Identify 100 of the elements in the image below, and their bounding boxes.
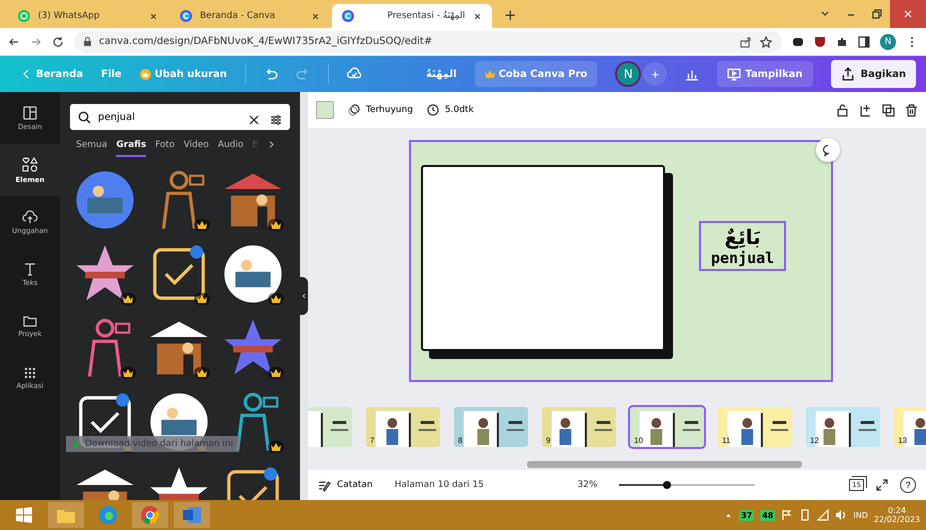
canva-logo-icon [342, 10, 354, 22]
battery-indicator[interactable]: 37 [739, 510, 754, 520]
crown-icon [197, 221, 207, 229]
present-button[interactable]: Tampilkan [717, 61, 813, 87]
resize-label: Ubah ukuran [154, 68, 227, 80]
page-indicator: Halaman 10 dari 15 [394, 480, 484, 490]
page-number: 10 [634, 436, 643, 445]
lock-icon[interactable] [836, 104, 849, 116]
close-icon[interactable] [149, 12, 158, 20]
trash-icon[interactable] [905, 104, 918, 116]
share-icon[interactable] [740, 36, 752, 48]
clock-icon[interactable] [426, 104, 439, 116]
layout-icon [23, 106, 37, 120]
address-bar[interactable]: canva.com/design/DAFbNUvoK_4/EwWI735rA2_iGIYfzDuSOQ/edit# [74, 30, 782, 52]
search-field[interactable]: penjual [70, 104, 290, 130]
clock[interactable]: 0:24 22/02/2023 [874, 506, 920, 524]
slider-thumb[interactable] [663, 481, 672, 489]
restore-icon[interactable] [871, 8, 883, 20]
add-page-icon[interactable] [859, 104, 872, 116]
new-tab-button[interactable]: + [494, 6, 527, 28]
animation-icon[interactable] [348, 104, 360, 116]
battery-icon[interactable] [799, 509, 812, 521]
notes-button[interactable]: Catatan [318, 478, 373, 492]
close-icon[interactable] [473, 12, 482, 20]
page-thumbnail[interactable]: 11 [716, 405, 794, 449]
chat-logo-icon [18, 10, 30, 22]
volume-icon[interactable] [835, 509, 848, 521]
reload-icon[interactable] [52, 36, 64, 48]
filter-icon[interactable] [270, 114, 282, 126]
forward-arrow-icon[interactable] [30, 36, 42, 48]
undo-icon[interactable] [264, 67, 278, 81]
battery-indicator[interactable]: 48 [760, 510, 776, 520]
page-thumbnail[interactable]: 9 [540, 405, 618, 449]
animation-button[interactable]: Terhuyung [348, 104, 413, 116]
user-avatar[interactable]: N [615, 61, 642, 87]
duplicate-icon[interactable] [882, 104, 895, 116]
add-person-button[interactable]: + [643, 62, 668, 86]
profile-avatar[interactable]: N [880, 34, 896, 50]
clear-icon[interactable] [248, 114, 260, 126]
chevron-left-icon[interactable] [301, 292, 307, 300]
fullscreen-icon[interactable] [876, 479, 888, 491]
flag-icon[interactable] [781, 509, 794, 521]
collapse-handle[interactable] [300, 277, 308, 315]
crown-icon [197, 369, 207, 377]
browser-tab[interactable]: (3) WhatsApp [8, 4, 168, 28]
document-app-icon [183, 507, 201, 523]
crown-icon [271, 443, 281, 451]
design-title[interactable]: المِهْنَةُ [426, 68, 457, 80]
page-number: 12 [810, 436, 819, 445]
notes-icon[interactable] [318, 478, 331, 492]
lock-icon [84, 37, 91, 46]
page-thumbnail[interactable]: 12 [804, 405, 882, 449]
back-label: Beranda [36, 68, 84, 80]
help-button[interactable]: ? [900, 477, 916, 493]
puzzle-icon[interactable] [836, 36, 848, 48]
present-label: Tampilkan [745, 68, 803, 80]
background-color-swatch[interactable] [316, 101, 334, 119]
page-thumbnail[interactable]: 7 [364, 405, 442, 449]
upload-icon[interactable] [840, 67, 855, 81]
chevron-right-icon[interactable] [267, 140, 276, 149]
crown-icon [271, 295, 281, 303]
presentation-icon[interactable] [727, 67, 742, 81]
language-indicator[interactable]: IND [853, 510, 868, 520]
share-button[interactable]: Bagikan [830, 60, 916, 88]
back-arrow-icon[interactable] [8, 36, 20, 48]
category-tab[interactable]: Foto [155, 140, 175, 157]
page-thumbnail[interactable]: 13 [892, 405, 926, 449]
add-comment-button[interactable] [816, 138, 840, 162]
canva-logo-icon [180, 10, 192, 22]
search-icon [78, 111, 91, 124]
play-icon [72, 440, 81, 448]
page-number: 7 [370, 436, 374, 445]
category-tab[interactable]: Grafis [116, 140, 146, 157]
page-thumbnail[interactable]: 10 [628, 405, 706, 449]
subtitle-text: penjual [711, 249, 774, 267]
category-tab[interactable]: Video [184, 140, 209, 157]
signal-icon[interactable] [817, 509, 830, 521]
browser-tab[interactable]: Beranda - Canva [170, 4, 330, 28]
extension-icon[interactable] [792, 36, 804, 48]
crown-icon [484, 70, 495, 78]
pro-label: Coba Canva Pro [498, 68, 588, 80]
duration-button[interactable]: 5.0dtk [426, 104, 474, 116]
category-tab[interactable]: Semua [76, 140, 108, 157]
crown-icon [123, 369, 133, 377]
page-thumbnail[interactable]: 8 [452, 405, 530, 449]
browser-logo-icon [99, 506, 117, 524]
browser-tab[interactable]: Presentasi - المِهْنَةُ [332, 4, 492, 28]
close-icon[interactable] [311, 12, 320, 20]
star-icon[interactable] [760, 36, 772, 48]
scrollbar[interactable] [527, 460, 802, 468]
cloud-check-icon[interactable] [346, 67, 361, 81]
category-tab[interactable]: Audio [218, 140, 244, 157]
side-panel-icon[interactable] [858, 36, 870, 48]
page-number: 9 [546, 436, 550, 445]
text-icon [23, 262, 37, 276]
duration-label: 5.0dtk [444, 105, 474, 115]
animation-label: Terhuyung [366, 105, 413, 115]
chrome-logo-icon [141, 506, 159, 524]
apps-grid-icon [24, 366, 36, 378]
shield-icon[interactable] [814, 36, 826, 48]
